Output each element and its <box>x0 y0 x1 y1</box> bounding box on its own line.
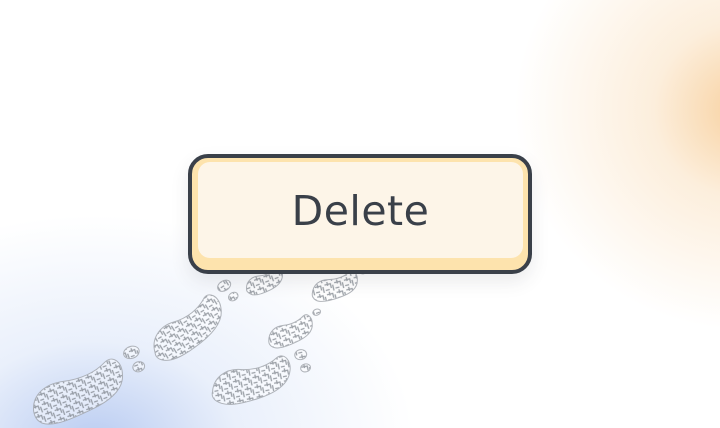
delete-button-face: Delete <box>198 162 523 258</box>
delete-button-label: Delete <box>291 187 430 235</box>
footprint-3 <box>211 349 312 405</box>
footprint-4 <box>268 308 322 349</box>
footprint-1 <box>33 345 146 425</box>
delete-button[interactable]: Delete <box>188 154 532 274</box>
footprint-2 <box>153 279 239 361</box>
